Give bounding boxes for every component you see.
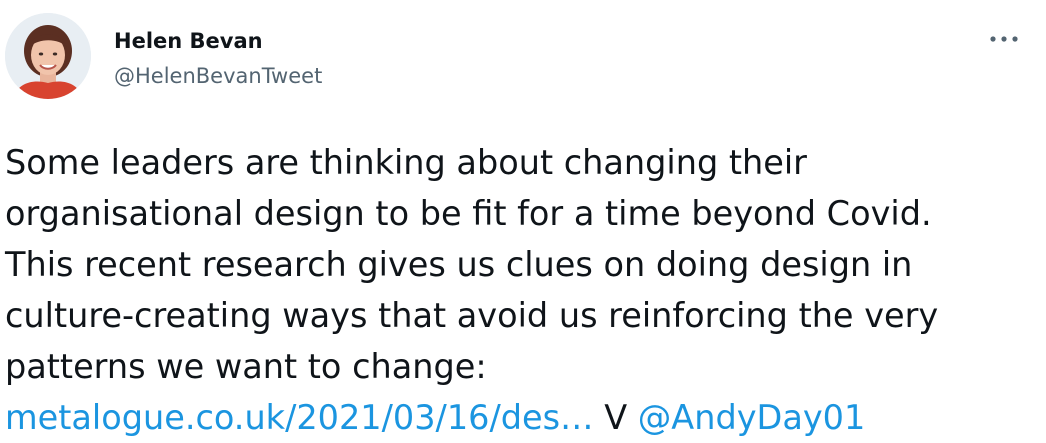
tweet-text-line: Some leaders are thinking about changing…	[5, 143, 807, 182]
tweet-card: Helen Bevan @HelenBevanTweet Some leader…	[0, 0, 1046, 439]
article-link[interactable]: metalogue.co.uk/2021/03/16/des…	[5, 398, 594, 437]
tweet-text-line: culture-creating ways that avoid us rein…	[5, 296, 939, 335]
mention-link[interactable]: @AndyDay01	[638, 398, 866, 437]
more-options-button[interactable]	[982, 24, 1026, 54]
tweet-text-line: organisational design to be fit for a ti…	[5, 194, 932, 233]
avatar[interactable]	[5, 13, 91, 99]
tweet-text-line: patterns we want to change:	[5, 347, 487, 386]
author-handle[interactable]: @HelenBevanTweet	[114, 63, 322, 89]
tweet-text-line: This recent research gives us clues on d…	[5, 245, 913, 284]
tweet-link-line: metalogue.co.uk/2021/03/16/des… V @AndyD…	[5, 392, 1035, 443]
tweet-text: Some leaders are thinking about changing…	[5, 137, 1035, 443]
avatar-photo	[5, 13, 91, 99]
via-text: V	[604, 398, 628, 437]
more-dots-icon	[990, 36, 1018, 42]
author-display-name[interactable]: Helen Bevan	[114, 28, 263, 54]
